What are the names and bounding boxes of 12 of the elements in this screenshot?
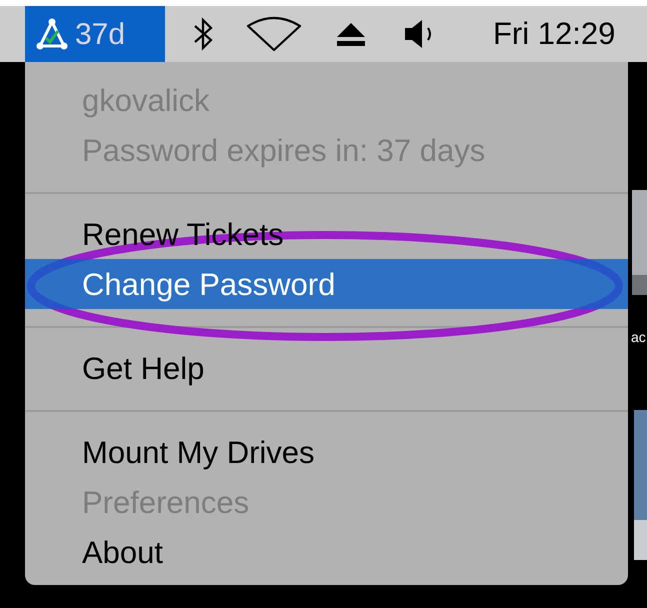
menu-item[interactable]: Renew Tickets [25, 209, 628, 259]
days-label: 37d [75, 16, 126, 52]
menu-item[interactable]: Get Help [25, 343, 628, 393]
triangle-check-icon [35, 17, 69, 51]
eject-icon[interactable] [335, 21, 367, 47]
menu-item[interactable]: About [25, 527, 628, 577]
clock[interactable]: Fri 12:29 [493, 10, 616, 58]
status-menu-item[interactable]: 37d [25, 6, 165, 62]
desktop-icon-label: ac [631, 330, 646, 344]
menu-item[interactable]: Change Password [25, 259, 628, 309]
menu-item[interactable]: Mount My Drives [25, 427, 628, 477]
wifi-icon[interactable] [246, 16, 302, 52]
